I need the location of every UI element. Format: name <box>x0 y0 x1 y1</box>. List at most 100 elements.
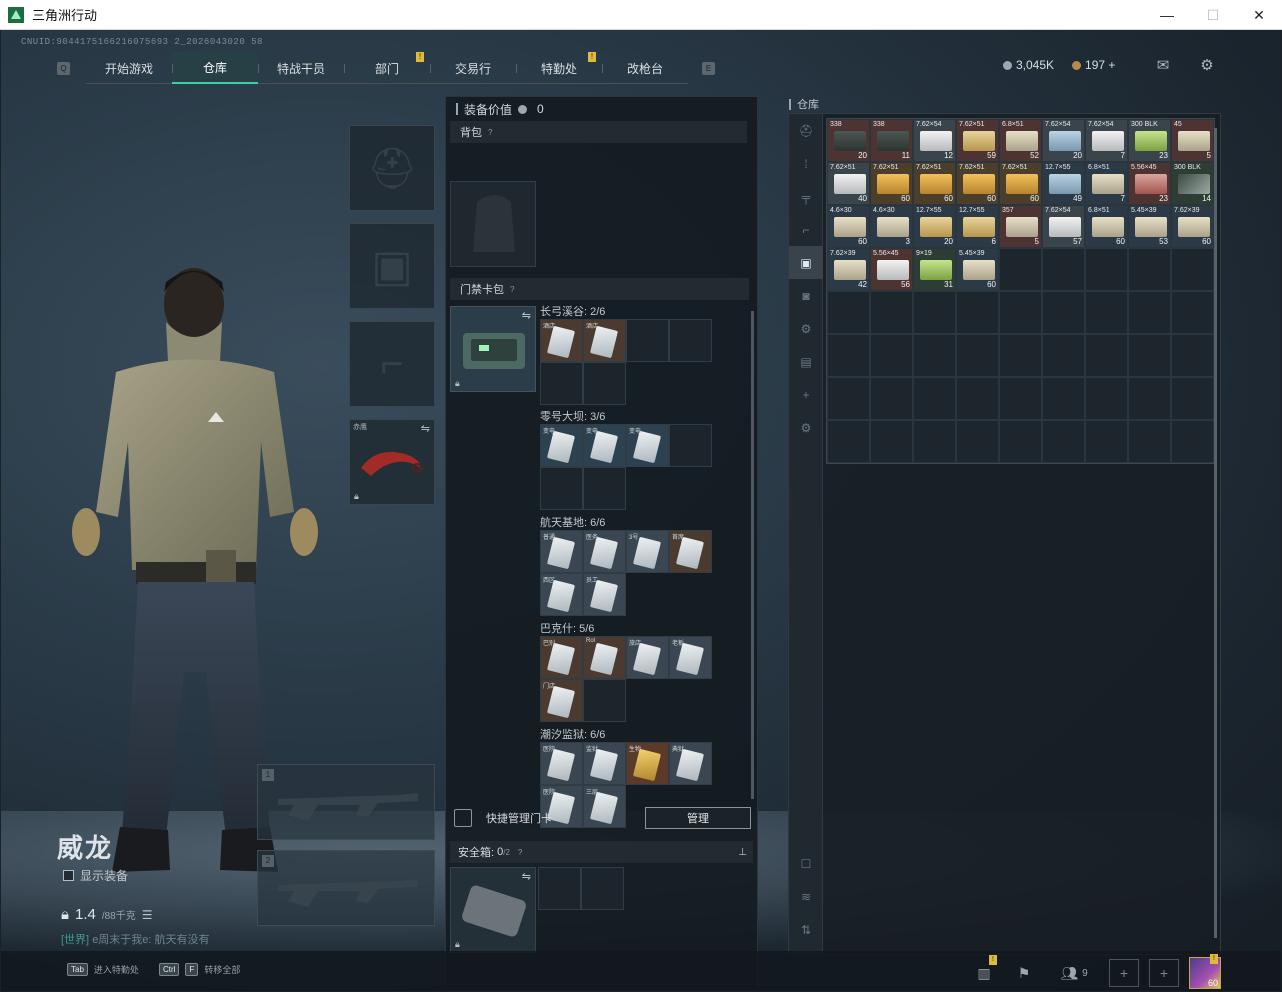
add-icon[interactable]: + <box>789 378 823 411</box>
keycard-item[interactable]: 员工 <box>583 573 626 616</box>
safe-box-slot[interactable]: ⇋ 🔒︎ <box>450 867 536 953</box>
ammo-item[interactable]: 6.8×51 60 <box>1085 205 1128 248</box>
ammo-item[interactable]: 9×19 31 <box>913 248 956 291</box>
empty-storage-cell[interactable] <box>870 420 913 463</box>
settings-icon[interactable]: ⚙ <box>789 411 823 444</box>
ammo-item[interactable]: 12.7×55 49 <box>1042 162 1085 205</box>
add-teammate-button[interactable]: + <box>1149 959 1179 987</box>
swap-icon[interactable]: ⇋ <box>522 870 531 883</box>
empty-storage-cell[interactable] <box>1042 291 1085 334</box>
empty-storage-cell[interactable] <box>999 377 1042 420</box>
ammo-item[interactable]: 338 11 <box>870 119 913 162</box>
ammo-item[interactable]: 7.62×51 60 <box>956 162 999 205</box>
storage-scrollbar[interactable] <box>1214 128 1217 938</box>
keycard-item[interactable]: 医院 <box>540 742 583 785</box>
empty-storage-cell[interactable] <box>999 291 1042 334</box>
mail-icon[interactable]: ✉ <box>1153 56 1173 74</box>
chat-line[interactable]: [世界] e周末于我e: 航天有没有 <box>61 931 210 947</box>
keycard-item[interactable]: 变电 <box>583 424 626 467</box>
ammo-box-icon[interactable]: ▣ <box>789 246 823 279</box>
flag-icon[interactable]: ⚑ <box>1009 959 1039 987</box>
empty-storage-cell[interactable] <box>1085 334 1128 377</box>
empty-storage-cell[interactable] <box>827 420 870 463</box>
empty-storage-cell[interactable] <box>827 334 870 377</box>
ammo-item[interactable]: 7.62×54 57 <box>1042 205 1085 248</box>
keycard-case-slot[interactable]: ⇋ 🔒︎ <box>450 306 536 392</box>
swap-icon[interactable]: ⇋ <box>522 309 531 322</box>
keycard-item[interactable]: 门店 <box>540 679 583 722</box>
grid-cell[interactable] <box>581 867 624 910</box>
keycard-item[interactable]: 普通 <box>540 530 583 573</box>
armor-slot[interactable]: ▣ <box>349 223 435 309</box>
ammo-item[interactable]: 7.62×39 60 <box>1171 205 1214 248</box>
parts-icon[interactable]: ⚙ <box>789 312 823 345</box>
tab-4[interactable]: 交易行 <box>430 52 516 84</box>
help-icon[interactable]: ? <box>510 285 514 294</box>
empty-storage-cell[interactable] <box>1085 248 1128 291</box>
ammo-item[interactable]: 7.62×51 60 <box>913 162 956 205</box>
minimize-button[interactable]: — <box>1144 0 1190 30</box>
rifle-icon[interactable]: ╤ <box>789 180 823 213</box>
empty-storage-cell[interactable] <box>956 420 999 463</box>
keycard-item[interactable]: Rol <box>583 636 626 679</box>
ammo-item[interactable]: 4.6×30 3 <box>870 205 913 248</box>
empty-storage-cell[interactable] <box>1128 248 1171 291</box>
ammo-item[interactable]: 338 20 <box>827 119 870 162</box>
ammo-item[interactable]: 7.62×51 60 <box>999 162 1042 205</box>
keycard-item[interactable]: 巴别 <box>540 636 583 679</box>
empty-storage-cell[interactable] <box>913 420 956 463</box>
empty-storage-cell[interactable] <box>870 291 913 334</box>
show-gear-toggle[interactable]: 显示装备 <box>63 867 128 884</box>
empty-storage-cell[interactable] <box>1128 377 1171 420</box>
swap-icon[interactable]: ⇋ <box>421 422 430 435</box>
primary-weapon-slot[interactable]: 1 <box>257 764 435 840</box>
keycard-item[interactable]: 监狱 <box>583 742 626 785</box>
empty-storage-cell[interactable] <box>1085 420 1128 463</box>
secondary-weapon-slot[interactable]: 2 <box>257 850 435 926</box>
empty-storage-cell[interactable] <box>827 291 870 334</box>
player-avatar[interactable]: 60 ! <box>1189 954 1221 989</box>
help-icon[interactable]: ? <box>518 848 522 857</box>
melee-slot[interactable]: 赤鹰 ⇋ 🔒︎ <box>349 419 435 505</box>
settings-gear-icon[interactable]: ⚙ <box>1197 56 1217 74</box>
empty-storage-cell[interactable] <box>1171 334 1214 377</box>
show-gear-checkbox[interactable] <box>63 870 74 881</box>
manage-button[interactable]: 管理 <box>645 807 751 829</box>
empty-storage-cell[interactable] <box>1128 420 1171 463</box>
tab-0[interactable]: 开始游戏 <box>86 52 172 84</box>
keycard-item[interactable]: 生物 <box>626 742 669 785</box>
pistol-slot[interactable]: ⌐ <box>349 321 435 407</box>
ammo-icon[interactable]: ⁞ <box>789 147 823 180</box>
transfer-all-hint[interactable]: Ctrl F 转移全部 <box>159 963 240 976</box>
list-icon[interactable]: ☰ <box>142 908 153 922</box>
help-icon[interactable]: ? <box>488 128 492 137</box>
close-button[interactable]: ✕ <box>1236 0 1282 30</box>
tab-1[interactable]: 仓库 <box>172 52 258 84</box>
keycard-item[interactable]: 西区 <box>540 573 583 616</box>
empty-keycard-slot[interactable] <box>583 679 626 722</box>
ammo-item[interactable]: 7.62×54 7 <box>1085 119 1128 162</box>
ammo-item[interactable]: 7.62×39 42 <box>827 248 870 291</box>
ammo-item[interactable]: 45 5 <box>1171 119 1214 162</box>
empty-storage-cell[interactable] <box>913 334 956 377</box>
nav-prev-key[interactable]: Q <box>57 61 70 75</box>
keycard-item[interactable]: 医务 <box>583 530 626 573</box>
empty-storage-cell[interactable] <box>1171 420 1214 463</box>
helmet-icon[interactable]: ⛑ <box>789 114 823 147</box>
empty-storage-cell[interactable] <box>1085 377 1128 420</box>
empty-keycard-slot[interactable] <box>626 319 669 362</box>
ammo-item[interactable]: 300 BLK 23 <box>1128 119 1171 162</box>
empty-storage-cell[interactable] <box>913 377 956 420</box>
maximize-button[interactable]: ☐ <box>1190 0 1236 30</box>
keycard-item[interactable]: 酒店 <box>540 319 583 362</box>
empty-keycard-slot[interactable] <box>669 319 712 362</box>
keycard-item[interactable]: 变电 <box>540 424 583 467</box>
empty-keycard-slot[interactable] <box>540 362 583 405</box>
tab-3[interactable]: 部门! <box>344 52 430 84</box>
ammo-item[interactable]: 357 5 <box>999 205 1042 248</box>
ammo-item[interactable]: 6.8×51 52 <box>999 119 1042 162</box>
keycard-item[interactable]: 老板 <box>669 636 712 679</box>
ammo-item[interactable]: 12.7×55 20 <box>913 205 956 248</box>
nav-next-key[interactable]: E <box>702 61 715 75</box>
keycard-item[interactable]: 首席 <box>669 530 712 573</box>
